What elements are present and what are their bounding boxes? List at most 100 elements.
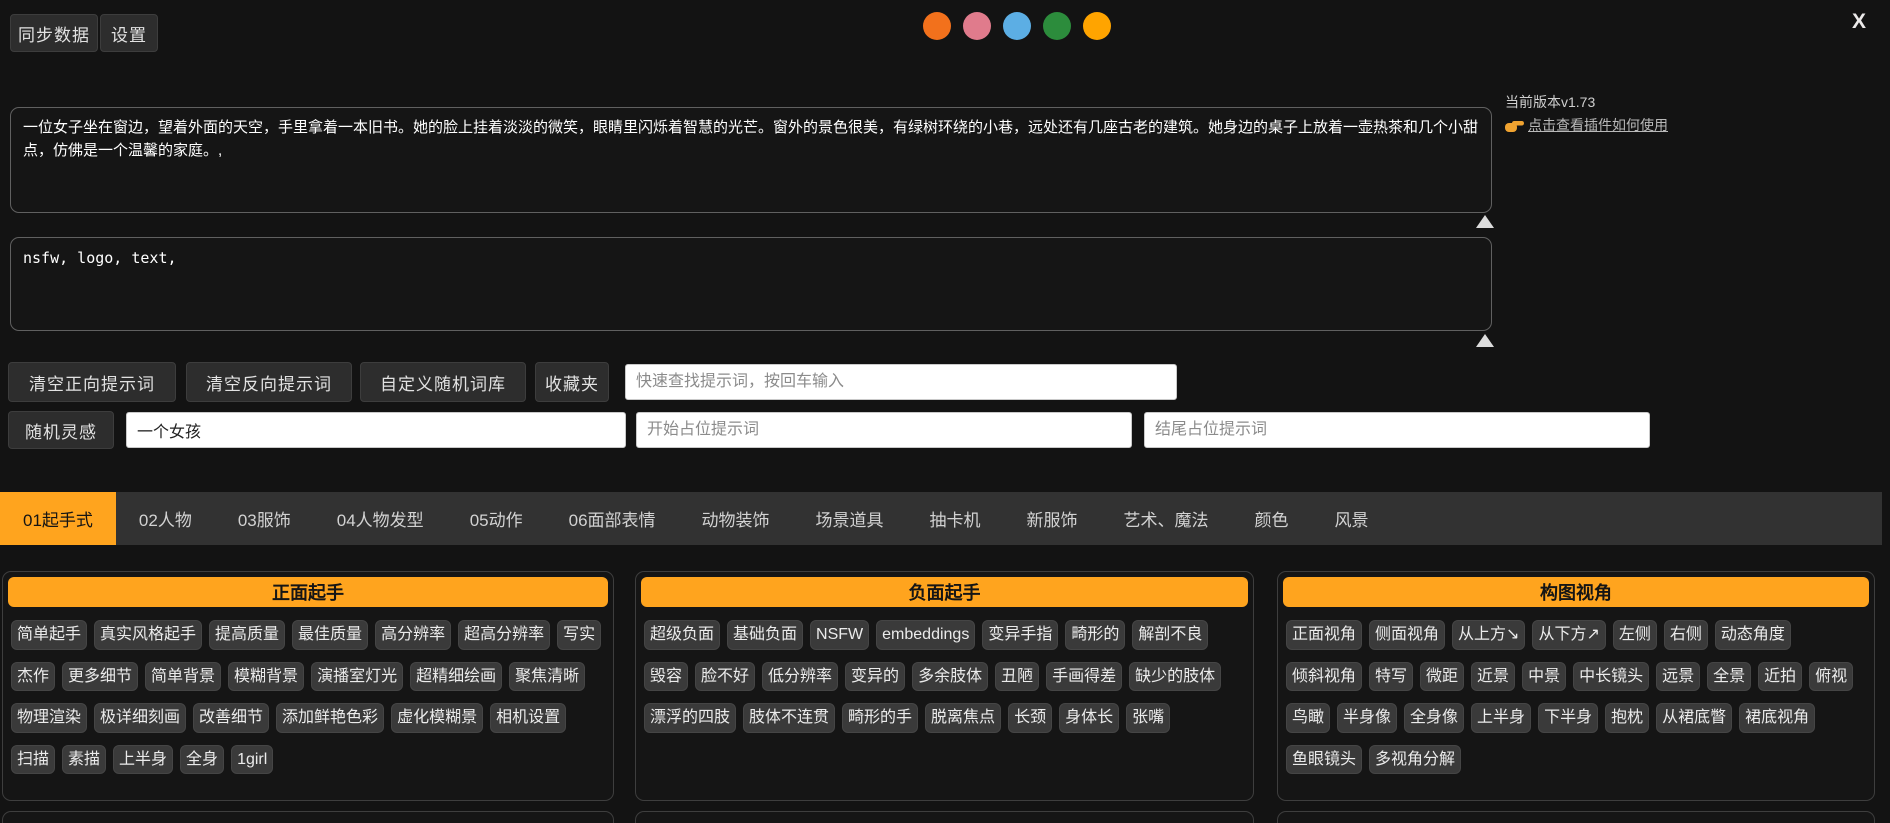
tag-item[interactable]: 丑陋 [995,662,1039,692]
random-inspiration-button[interactable]: 随机灵感 [8,411,114,449]
tab-13[interactable]: 风景 [1312,492,1392,545]
tag-item[interactable]: 超精细绘画 [410,662,502,692]
tag-item[interactable]: 多余肢体 [912,662,988,692]
tag-item[interactable]: 中景 [1522,662,1566,692]
tag-item[interactable]: 提高质量 [209,620,285,650]
sync-data-button[interactable]: 同步数据 [10,14,98,52]
tag-item[interactable]: 变异手指 [982,620,1058,650]
tag-item[interactable]: 俯视 [1809,662,1853,692]
tab-11[interactable]: 艺术、魔法 [1101,492,1232,545]
tag-item[interactable]: 肢体不连贯 [743,703,835,733]
tag-item[interactable]: 近景 [1471,662,1515,692]
tag-item[interactable]: 低分辨率 [762,662,838,692]
tag-item[interactable]: 中长镜头 [1573,662,1649,692]
positive-prompt-textarea[interactable]: 一位女子坐在窗边，望着外面的天空，手里拿着一本旧书。她的脸上挂着淡淡的微笑，眼睛… [10,107,1492,213]
tag-item[interactable]: 近拍 [1758,662,1802,692]
tag-item[interactable]: 添加鲜艳色彩 [276,703,384,733]
tag-item[interactable]: 漂浮的四肢 [644,703,736,733]
tab-8[interactable]: 场景道具 [793,492,907,545]
tag-item[interactable]: 倾斜视角 [1286,662,1362,692]
tag-item[interactable]: 鸟瞰 [1286,703,1330,733]
negative-resize-handle-icon[interactable] [1476,334,1494,347]
plugin-help-link[interactable]: 点击查看插件如何使用 [1528,115,1668,135]
tag-item[interactable]: 右侧 [1664,620,1708,650]
tag-item[interactable]: 半身像 [1337,703,1397,733]
tag-item[interactable]: 长颈 [1008,703,1052,733]
tag-item[interactable]: 聚焦清晰 [509,662,585,692]
tab-1[interactable]: 01起手式 [0,492,116,545]
tag-item[interactable]: 相机设置 [490,703,566,733]
tag-item[interactable]: 全身 [180,745,224,775]
tag-item[interactable]: 模糊背景 [228,662,304,692]
tab-12[interactable]: 颜色 [1232,492,1312,545]
tag-item[interactable]: 毁容 [644,662,688,692]
tag-item[interactable]: 微距 [1420,662,1464,692]
theme-dot-4[interactable] [1043,12,1071,40]
tab-10[interactable]: 新服饰 [1004,492,1101,545]
tag-item[interactable]: 极详细刻画 [94,703,186,733]
tag-item[interactable]: 上半身 [113,745,173,775]
tag-item[interactable]: 高分辨率 [375,620,451,650]
tag-item[interactable]: 裙底视角 [1739,703,1815,733]
tag-item[interactable]: 更多细节 [62,662,138,692]
tag-item[interactable]: 物理渲染 [11,703,87,733]
tag-item[interactable]: 写实 [557,620,601,650]
theme-dot-2[interactable] [963,12,991,40]
tag-item[interactable]: 演播室灯光 [311,662,403,692]
tag-item[interactable]: 正面视角 [1286,620,1362,650]
tag-item[interactable]: 杰作 [11,662,55,692]
tag-item[interactable]: 基础负面 [727,620,803,650]
favorites-button[interactable]: 收藏夹 [535,362,609,402]
tag-item[interactable]: 抱枕 [1605,703,1649,733]
tag-item[interactable]: 简单起手 [11,620,87,650]
tag-item[interactable]: 鱼眼镜头 [1286,745,1362,775]
tab-3[interactable]: 03服饰 [215,492,314,545]
tag-item[interactable]: 身体长 [1059,703,1119,733]
inspiration-input[interactable] [126,412,626,448]
tab-2[interactable]: 02人物 [116,492,215,545]
tag-item[interactable]: 简单背景 [145,662,221,692]
negative-prompt-textarea[interactable]: nsfw, logo, text, [10,237,1492,331]
tag-item[interactable]: 最佳质量 [292,620,368,650]
tab-4[interactable]: 04人物发型 [314,492,447,545]
settings-button[interactable]: 设置 [100,14,158,52]
tab-6[interactable]: 06面部表情 [546,492,679,545]
tag-item[interactable]: 扫描 [11,745,55,775]
tag-item[interactable]: 超级负面 [644,620,720,650]
tag-item[interactable]: 从上方↘ [1452,620,1525,650]
tag-item[interactable]: 变异的 [845,662,905,692]
tag-item[interactable]: 左侧 [1613,620,1657,650]
tag-item[interactable]: 全身像 [1404,703,1464,733]
close-icon[interactable]: X [1852,10,1866,34]
tag-item[interactable]: NSFW [810,620,869,650]
tag-item[interactable]: 改善细节 [193,703,269,733]
positive-resize-handle-icon[interactable] [1476,215,1494,228]
theme-dot-3[interactable] [1003,12,1031,40]
tag-item[interactable]: 解剖不良 [1132,620,1208,650]
tag-item[interactable]: embeddings [876,620,975,650]
tag-item[interactable]: 多视角分解 [1369,745,1461,775]
tag-item[interactable]: 1girl [231,745,273,775]
tag-item[interactable]: 侧面视角 [1369,620,1445,650]
theme-dot-5[interactable] [1083,12,1111,40]
tag-item[interactable]: 脱离焦点 [925,703,1001,733]
tab-5[interactable]: 05动作 [447,492,546,545]
tag-item[interactable]: 从下方↗ [1532,620,1605,650]
tag-item[interactable]: 超高分辨率 [458,620,550,650]
tag-item[interactable]: 下半身 [1538,703,1598,733]
start-placeholder-input[interactable] [636,412,1132,448]
theme-dot-1[interactable] [923,12,951,40]
custom-random-library-button[interactable]: 自定义随机词库 [360,362,526,402]
tag-item[interactable]: 动态角度 [1715,620,1791,650]
tag-item[interactable]: 上半身 [1471,703,1531,733]
tag-item[interactable]: 张嘴 [1126,703,1170,733]
quick-search-input[interactable] [625,364,1177,400]
tag-item[interactable]: 畸形的手 [842,703,918,733]
tag-item[interactable]: 脸不好 [695,662,755,692]
tag-item[interactable]: 畸形的 [1065,620,1125,650]
tag-item[interactable]: 特写 [1369,662,1413,692]
clear-positive-button[interactable]: 清空正向提示词 [8,362,176,402]
tag-item[interactable]: 素描 [62,745,106,775]
end-placeholder-input[interactable] [1144,412,1650,448]
tag-item[interactable]: 全景 [1707,662,1751,692]
